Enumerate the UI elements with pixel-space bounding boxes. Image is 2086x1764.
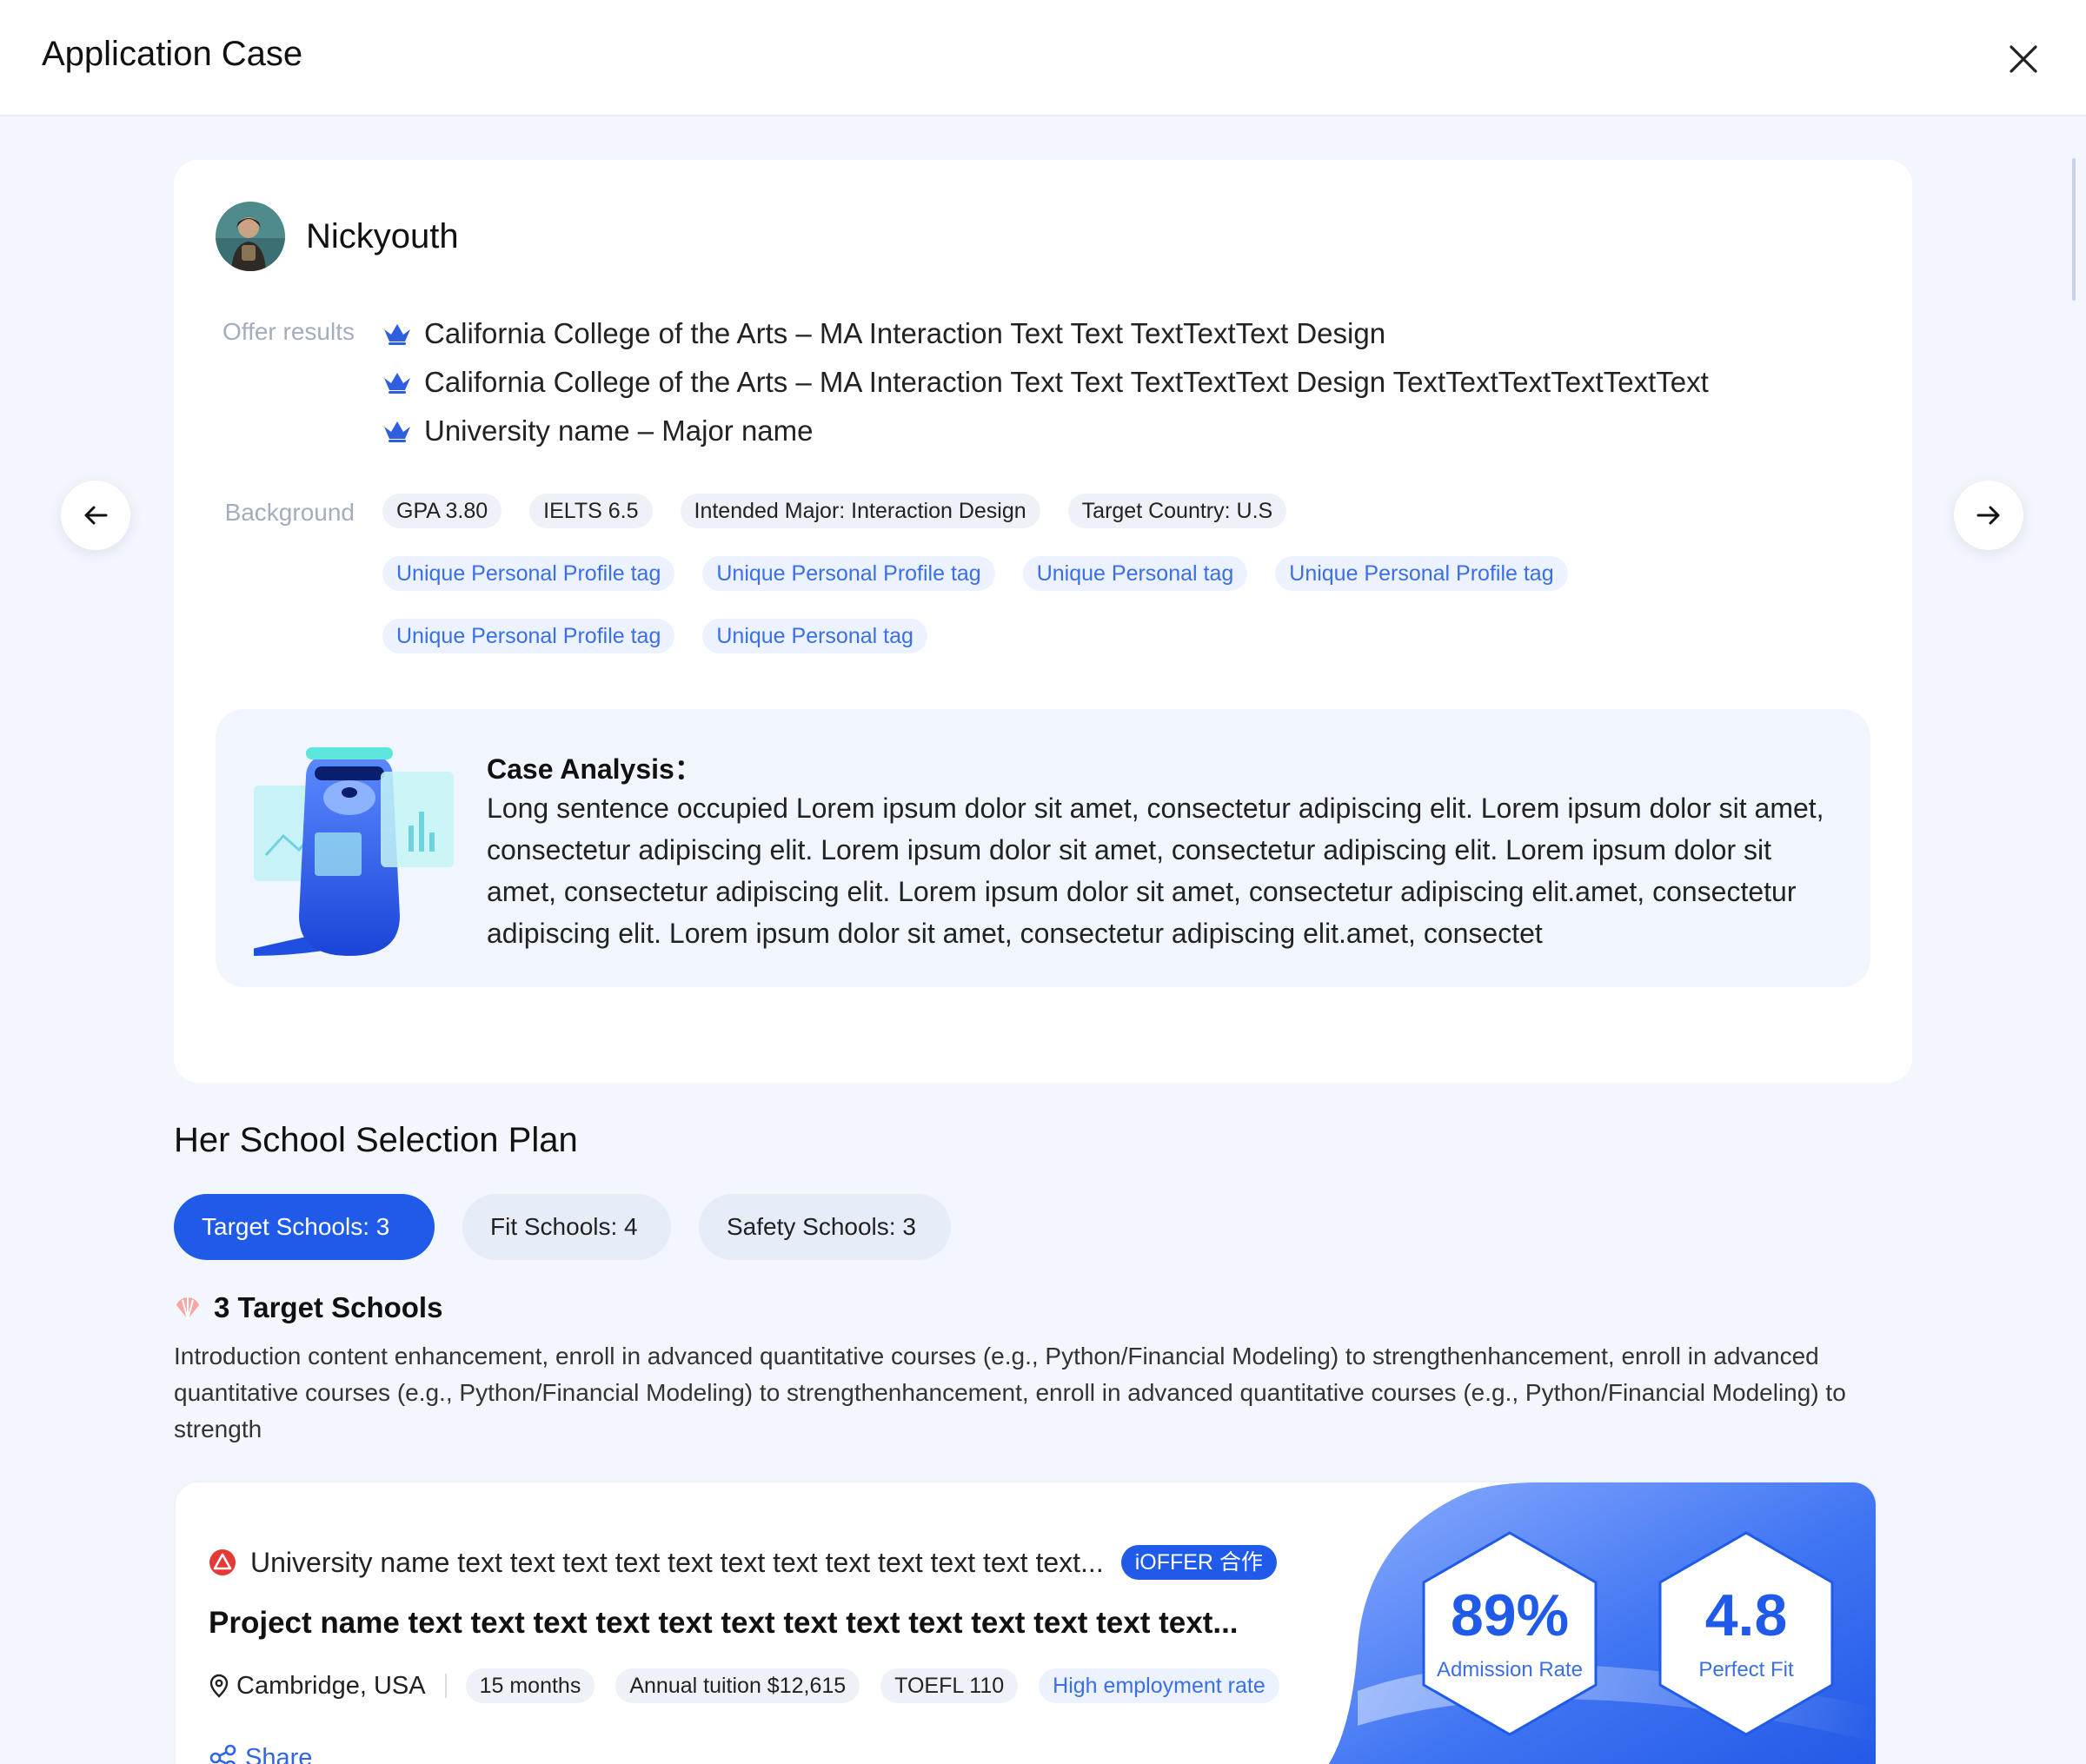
case-analysis-box: Case Analysis： Long sentence occupied Lo…	[216, 709, 1870, 987]
modal-header: Application Case	[0, 0, 2086, 116]
background-label: Background	[224, 499, 355, 526]
school-card[interactable]: University name text text text text text…	[174, 1481, 1877, 1764]
university-logo-icon	[209, 1549, 236, 1575]
tab-target-schools[interactable]: Target Schools: 3	[174, 1194, 435, 1260]
user-name: Nickyouth	[306, 217, 459, 255]
plan-introduction: Introduction content enhancement, enroll…	[174, 1343, 1846, 1442]
offers-label: Offer results	[223, 318, 355, 345]
share-label: Share	[245, 1743, 313, 1764]
stat-tag: IELTS 6.5	[529, 494, 653, 528]
partner-badge: iOFFER 合作	[1120, 1545, 1277, 1580]
profile-tag: Unique Personal Profile tag	[702, 556, 995, 591]
tab-safety-schools[interactable]: Safety Schools: 3	[699, 1194, 951, 1260]
profile-tag: Unique Personal tag	[1022, 556, 1248, 591]
profile-tag: Unique Personal Profile tag	[382, 556, 675, 591]
arrow-right-icon	[1976, 506, 2000, 525]
location-pin-icon	[209, 1674, 229, 1698]
school-location: Cambridge, USA	[236, 1671, 426, 1700]
admission-rate-stat: 89% Admission Rate	[1418, 1529, 1601, 1738]
fit-score-value: 4.8	[1704, 1582, 1788, 1648]
modal-title: Application Case	[42, 35, 303, 73]
otter-mascot-illustration	[254, 747, 454, 956]
target-schools-heading: 3 Target Schools	[174, 1291, 442, 1324]
stat-tag: GPA 3.80	[382, 494, 502, 528]
employment-tag: High employment rate	[1039, 1668, 1279, 1703]
offer-item: University name – Major name	[382, 407, 1709, 455]
background-tags: GPA 3.80 IELTS 6.5 Intended Major: Inter…	[382, 494, 1895, 681]
offer-text: University name – Major name	[424, 414, 814, 447]
scrollbar-thumb[interactable]	[2072, 158, 2076, 301]
project-name[interactable]: Project name text text text text text te…	[209, 1606, 1239, 1641]
school-name-row: University name text text text text text…	[209, 1545, 1277, 1580]
school-plan-title: Her School Selection Plan	[174, 1121, 578, 1159]
offer-list: California College of the Arts – MA Inte…	[382, 309, 1709, 455]
profile-tag: Unique Personal Profile tag	[382, 619, 675, 653]
previous-case-button[interactable]	[61, 481, 130, 550]
school-meta-row: Cambridge, USA 15 months Annual tuition …	[209, 1668, 1300, 1703]
arrow-left-icon	[84, 506, 108, 525]
tuition-tag: Annual tuition $12,615	[615, 1668, 860, 1703]
crown-icon	[384, 373, 410, 394]
next-case-button[interactable]	[1954, 481, 2023, 550]
tab-fit-schools[interactable]: Fit Schools: 4	[462, 1194, 671, 1260]
share-icon	[209, 1744, 236, 1764]
close-icon	[2010, 45, 2037, 73]
stat-tag: Target Country: U.S	[1067, 494, 1287, 528]
fit-score-label: Perfect Fit	[1698, 1658, 1794, 1681]
case-analysis-text: Long sentence occupied Lorem ipsum dolor…	[487, 792, 1824, 949]
university-name[interactable]: University name text text text text text…	[250, 1547, 1104, 1579]
admission-rate-value: 89%	[1450, 1582, 1570, 1648]
fit-score-stat: 4.8 Perfect Fit	[1655, 1529, 1837, 1738]
share-button[interactable]: Share	[209, 1743, 312, 1764]
offer-item: California College of the Arts – MA Inte…	[382, 309, 1709, 358]
profile-tag: Unique Personal tag	[702, 619, 927, 653]
offer-text: California College of the Arts – MA Inte…	[424, 317, 1386, 349]
divider	[444, 1674, 447, 1698]
shell-icon	[176, 1297, 199, 1320]
profile-card: Nickyouth Offer results California Colle…	[174, 160, 1912, 1083]
admission-rate-label: Admission Rate	[1436, 1658, 1584, 1681]
duration-tag: 15 months	[465, 1668, 595, 1703]
crown-icon	[384, 324, 410, 345]
profile-tag: Unique Personal Profile tag	[1275, 556, 1568, 591]
target-schools-heading-text: 3 Target Schools	[214, 1291, 443, 1323]
crown-icon	[384, 421, 410, 442]
avatar	[216, 202, 285, 271]
toefl-tag: TOEFL 110	[880, 1668, 1019, 1703]
close-button[interactable]	[1999, 35, 2048, 83]
case-analysis-title: Case Analysis：	[487, 753, 702, 785]
stat-tag: Intended Major: Interaction Design	[680, 494, 1040, 528]
offer-text: California College of the Arts – MA Inte…	[424, 366, 1709, 398]
offer-item: California College of the Arts – MA Inte…	[382, 358, 1709, 407]
